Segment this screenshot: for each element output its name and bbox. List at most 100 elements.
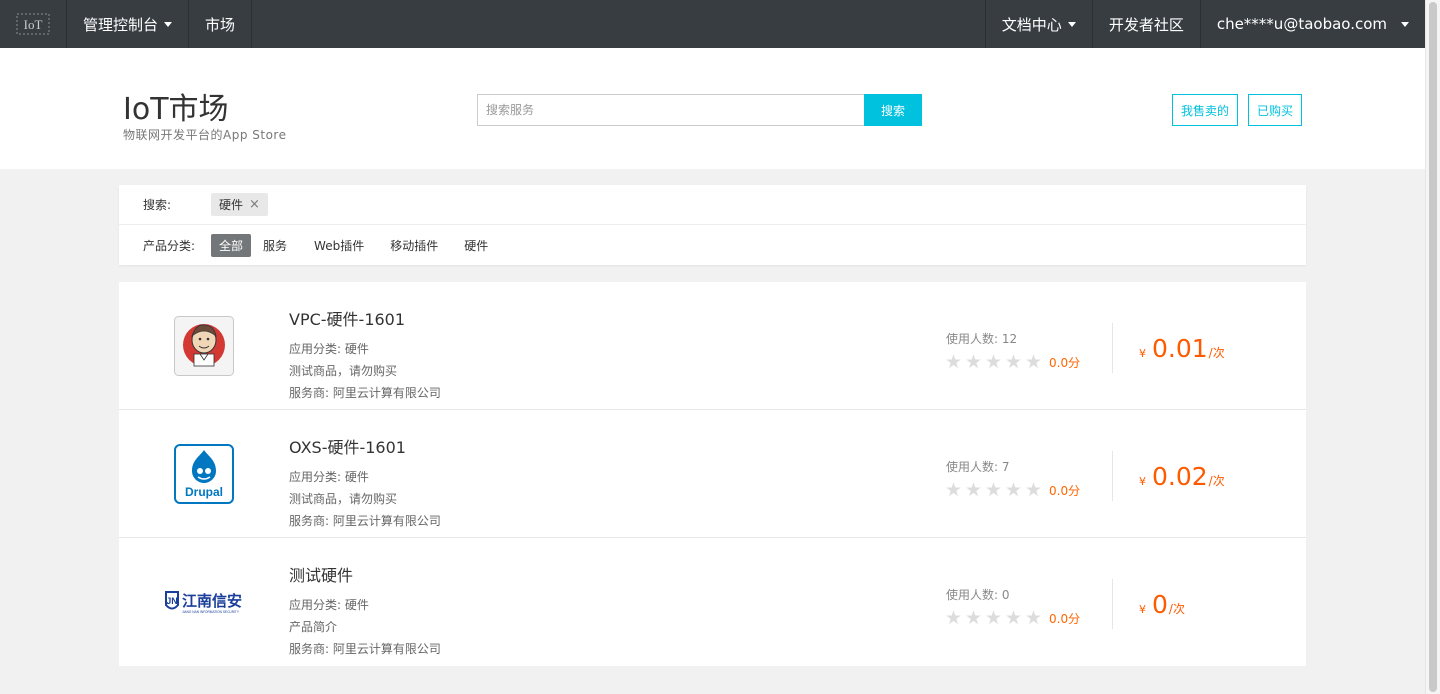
search-filter-label: 搜索: xyxy=(143,198,172,212)
product-list: VPC-硬件-1601 应用分类: 硬件 测试商品，请勿购买 服务商: 阿里云计… xyxy=(119,282,1306,666)
scrollbar-thumb[interactable] xyxy=(1429,2,1437,692)
svg-text:江南信安: 江南信安 xyxy=(182,592,242,610)
nav-community-label: 开发者社区 xyxy=(1108,15,1184,34)
nav-console-label: 管理控制台 xyxy=(83,15,159,34)
currency-symbol: ¥ xyxy=(1139,475,1146,488)
category-web-plugin[interactable]: Web插件 xyxy=(306,234,372,257)
jenkins-logo-icon[interactable] xyxy=(174,316,234,376)
star-icon: ★ xyxy=(945,479,963,501)
page-scrollbar[interactable] xyxy=(1425,0,1440,694)
svg-text:JIANG NAN INFORMATION SECURITY: JIANG NAN INFORMATION SECURITY xyxy=(182,610,240,614)
page-subtitle: 物联网开发平台的App Store xyxy=(123,128,287,142)
nav-user-label: che****u@taobao.com xyxy=(1216,15,1387,33)
price-amount: 0.02 xyxy=(1152,462,1208,491)
my-sold-button[interactable]: 我售卖的 xyxy=(1172,94,1238,126)
star-icon: ★ xyxy=(945,351,963,373)
chevron-down-icon xyxy=(164,21,173,27)
product-vendor: 服务商: 阿里云计算有限公司 xyxy=(289,642,441,656)
iot-logo-icon[interactable]: IoT xyxy=(0,0,67,48)
page-title: IoT市场 xyxy=(123,92,229,127)
chevron-down-icon xyxy=(1067,21,1076,27)
star-icon: ★ xyxy=(985,607,1003,629)
star-icon: ★ xyxy=(945,607,963,629)
chevron-down-icon xyxy=(1401,21,1409,27)
filter-panel: 搜索: 硬件 × 产品分类: 全部 服务 Web插件 移动插件 硬件 xyxy=(119,185,1306,265)
rating-score: 0.0分 xyxy=(1049,611,1081,626)
product-category: 应用分类: 硬件 xyxy=(289,470,369,484)
product-price: ¥ 0.01 /次 xyxy=(1139,334,1225,363)
product-vendor: 服务商: 阿里云计算有限公司 xyxy=(289,386,441,400)
nav-market-label: 市场 xyxy=(205,15,236,34)
price-amount: 0 xyxy=(1152,590,1168,619)
product-category: 应用分类: 硬件 xyxy=(289,598,369,612)
rating-stars: ★ ★ ★ ★ ★ 0.0分 xyxy=(945,479,1081,501)
product-description: 产品简介 xyxy=(289,620,338,634)
svg-text:IoT: IoT xyxy=(24,17,43,32)
category-filter-label: 产品分类: xyxy=(143,238,196,253)
product-price: ¥ 0 /次 xyxy=(1139,590,1185,619)
product-user-count: 使用人数: 12 xyxy=(946,332,1018,346)
nav-docs-dropdown[interactable]: 文档中心 xyxy=(984,0,1092,48)
nav-docs-label: 文档中心 xyxy=(1001,15,1062,34)
category-filter-row: 产品分类: 全部 服务 Web插件 移动插件 硬件 xyxy=(119,225,1306,265)
product-item[interactable]: JN 江南信安 JIANG NAN INFORMATION SECURITY 测… xyxy=(119,538,1306,666)
star-icon: ★ xyxy=(965,351,983,373)
top-nav-bar: IoT 管理控制台 市场 文档中心 开发者社区 che****u@taobao.… xyxy=(0,0,1425,48)
star-icon: ★ xyxy=(1025,351,1043,373)
product-vendor: 服务商: 阿里云计算有限公司 xyxy=(289,514,441,528)
price-amount: 0.01 xyxy=(1152,334,1208,363)
nav-console-dropdown[interactable]: 管理控制台 xyxy=(67,0,190,48)
divider xyxy=(1112,451,1113,501)
star-icon: ★ xyxy=(965,607,983,629)
divider xyxy=(1112,323,1113,373)
drupal-logo-icon[interactable]: Drupal xyxy=(174,444,234,504)
nav-community-link[interactable]: 开发者社区 xyxy=(1091,0,1200,48)
rating-stars: ★ ★ ★ ★ ★ 0.0分 xyxy=(945,607,1081,629)
star-icon: ★ xyxy=(1025,607,1043,629)
rating-stars: ★ ★ ★ ★ ★ 0.0分 xyxy=(945,351,1081,373)
star-icon: ★ xyxy=(985,479,1003,501)
star-icon: ★ xyxy=(1005,607,1023,629)
category-hardware[interactable]: 硬件 xyxy=(456,234,496,257)
star-icon: ★ xyxy=(1005,351,1023,373)
jiangnan-xinan-logo-icon[interactable]: JN 江南信安 JIANG NAN INFORMATION SECURITY xyxy=(164,572,244,632)
nav-user-dropdown[interactable]: che****u@taobao.com xyxy=(1199,0,1425,48)
divider xyxy=(1112,579,1113,629)
product-item[interactable]: Drupal OXS-硬件-1601 应用分类: 硬件 测试商品，请勿购买 服务… xyxy=(119,410,1306,538)
category-all[interactable]: 全部 xyxy=(211,233,252,257)
rating-score: 0.0分 xyxy=(1049,483,1081,498)
price-unit: /次 xyxy=(1208,474,1225,488)
product-user-count: 使用人数: 0 xyxy=(946,588,1010,602)
search-chip[interactable]: 硬件 × xyxy=(211,193,268,216)
product-name[interactable]: OXS-硬件-1601 xyxy=(289,434,406,458)
product-user-count: 使用人数: 7 xyxy=(946,460,1010,474)
product-name[interactable]: 测试硬件 xyxy=(289,562,353,586)
search-chip-label: 硬件 xyxy=(219,198,244,212)
star-icon: ★ xyxy=(985,351,1003,373)
product-description: 测试商品，请勿购买 xyxy=(289,364,398,378)
currency-symbol: ¥ xyxy=(1139,347,1146,360)
price-unit: /次 xyxy=(1208,346,1225,360)
category-mobile-plugin[interactable]: 移动插件 xyxy=(382,234,446,257)
nav-market-link[interactable]: 市场 xyxy=(189,0,253,48)
close-icon[interactable]: × xyxy=(249,197,260,212)
currency-symbol: ¥ xyxy=(1139,603,1146,616)
price-unit: /次 xyxy=(1168,602,1185,616)
product-category: 应用分类: 硬件 xyxy=(289,342,369,356)
star-icon: ★ xyxy=(965,479,983,501)
search-button[interactable]: 搜索 xyxy=(864,94,922,126)
product-description: 测试商品，请勿购买 xyxy=(289,492,398,506)
star-icon: ★ xyxy=(1025,479,1043,501)
product-item[interactable]: VPC-硬件-1601 应用分类: 硬件 测试商品，请勿购买 服务商: 阿里云计… xyxy=(119,282,1306,410)
star-icon: ★ xyxy=(1005,479,1023,501)
svg-text:Drupal: Drupal xyxy=(185,485,223,499)
product-price: ¥ 0.02 /次 xyxy=(1139,462,1225,491)
search-input[interactable] xyxy=(477,94,865,126)
market-header: IoT市场 物联网开发平台的App Store 搜索 我售卖的 已购买 xyxy=(0,48,1425,169)
search-filter-row: 搜索: 硬件 × xyxy=(119,185,1306,225)
category-service[interactable]: 服务 xyxy=(255,234,295,257)
rating-score: 0.0分 xyxy=(1049,355,1081,370)
purchased-button[interactable]: 已购买 xyxy=(1248,94,1302,126)
svg-text:JN: JN xyxy=(166,596,178,606)
product-name[interactable]: VPC-硬件-1601 xyxy=(289,306,405,330)
